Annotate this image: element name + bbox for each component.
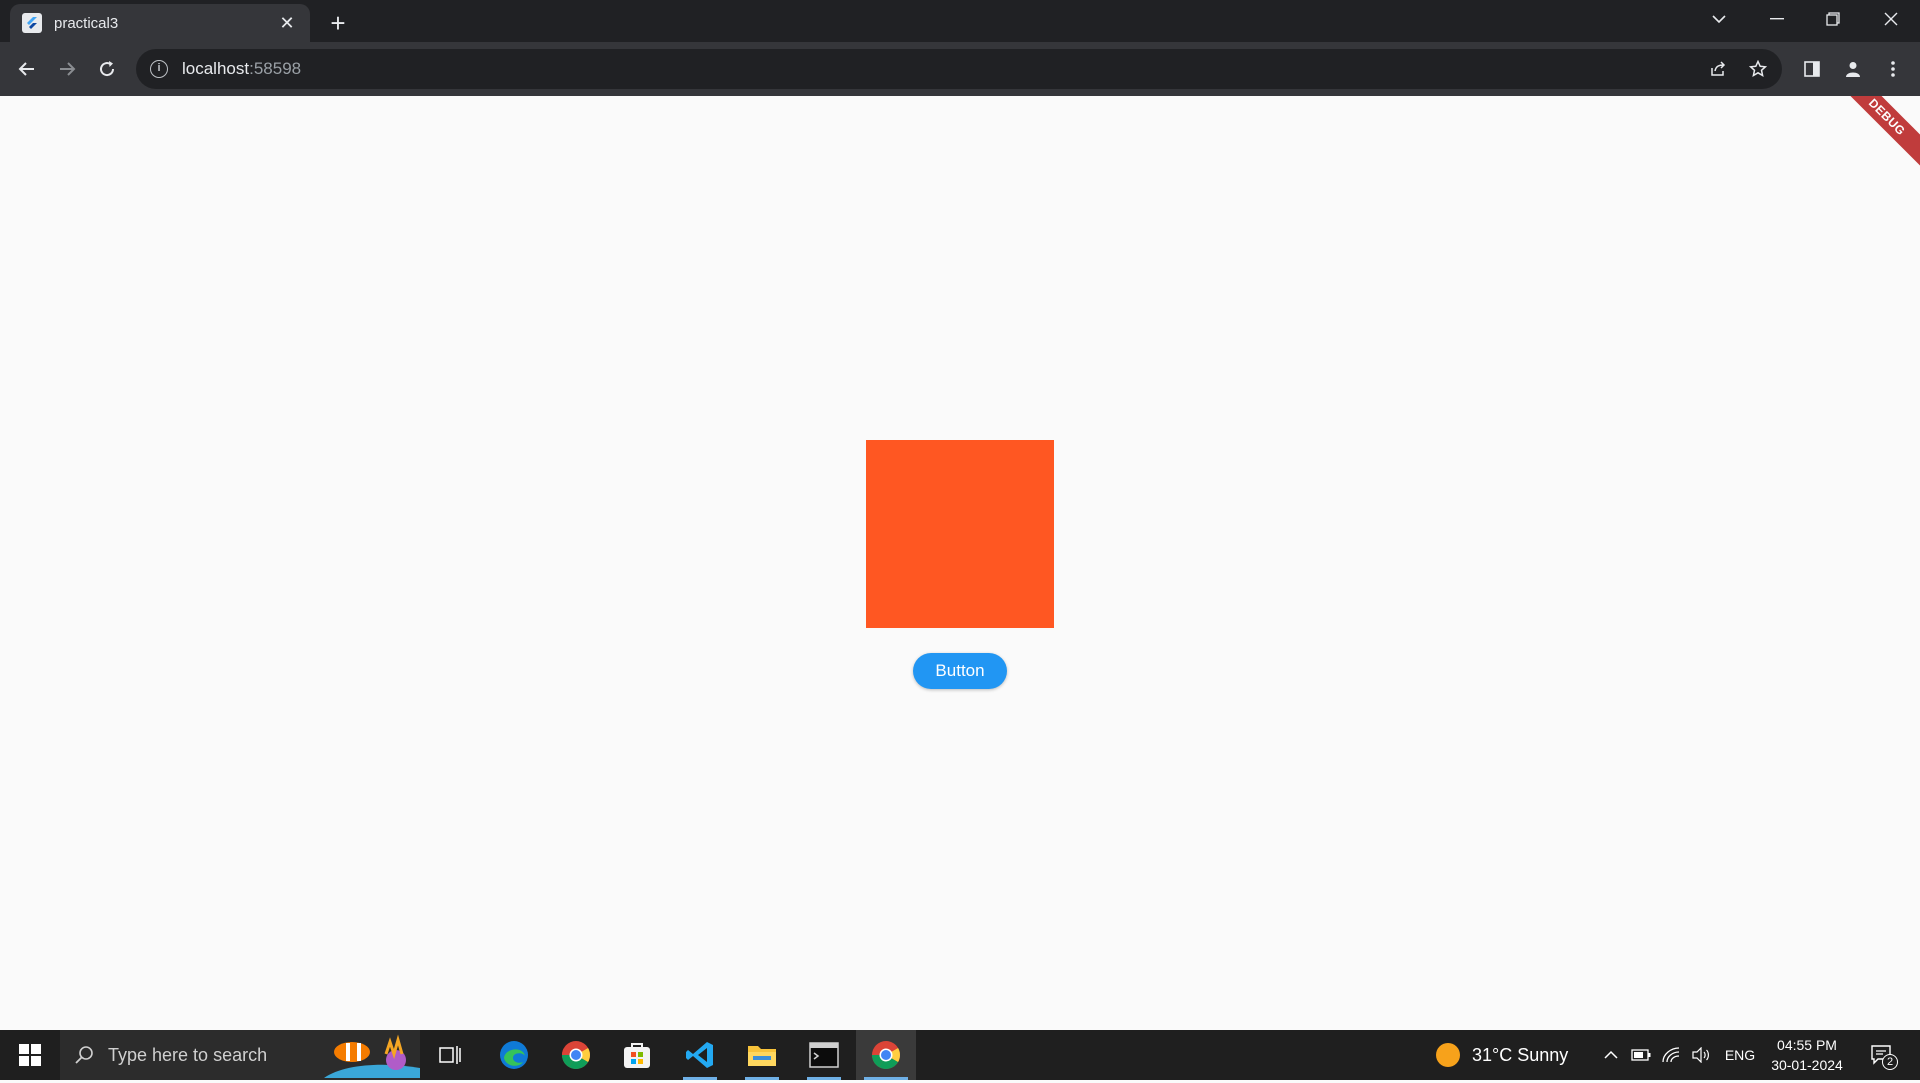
- arrow-left-icon: [18, 62, 34, 76]
- browser-chrome: practical3 ✕ + i localhost:58598: [0, 0, 1920, 96]
- file-explorer-taskbar-app[interactable]: [737, 1030, 787, 1080]
- url-host: localhost: [182, 59, 250, 78]
- sun-icon: [1436, 1043, 1460, 1067]
- profile-icon: [1846, 62, 1860, 77]
- browser-toolbar: i localhost:58598: [0, 42, 1920, 96]
- kebab-menu-icon: [1891, 61, 1895, 77]
- task-view-button[interactable]: [430, 1030, 470, 1080]
- side-panel-button[interactable]: [1793, 50, 1831, 88]
- store-taskbar-app[interactable]: [613, 1030, 661, 1080]
- flutter-icon: [22, 13, 42, 33]
- show-hidden-icons-button[interactable]: [1598, 1030, 1624, 1080]
- site-info-icon[interactable]: i: [150, 60, 168, 78]
- close-window-icon[interactable]: [1864, 0, 1918, 38]
- address-bar[interactable]: i localhost:58598: [136, 49, 1782, 89]
- speaker-icon: [1692, 1047, 1709, 1063]
- reload-icon: [100, 61, 115, 77]
- back-button[interactable]: [8, 50, 46, 88]
- input-language-button[interactable]: ENG: [1720, 1030, 1760, 1080]
- chevron-up-icon: [1604, 1050, 1618, 1059]
- start-button[interactable]: [0, 1030, 60, 1080]
- profile-button[interactable]: [1834, 50, 1872, 88]
- folder-icon: [748, 1046, 776, 1066]
- edge-icon: [500, 1041, 528, 1069]
- weather-widget[interactable]: 31°C Sunny: [1436, 1030, 1586, 1080]
- minimize-icon[interactable]: [1750, 0, 1804, 38]
- chrome-icon: [872, 1041, 900, 1069]
- arrow-right-icon: [60, 62, 76, 76]
- battery-button[interactable]: [1628, 1030, 1654, 1080]
- share-icon[interactable]: [1698, 49, 1738, 89]
- vscode-icon: [686, 1042, 713, 1068]
- orange-square: [866, 440, 1054, 628]
- windows-logo-icon: [19, 1044, 41, 1066]
- clownfish-highlight-icon: [324, 1034, 420, 1078]
- vscode-taskbar-app[interactable]: [675, 1030, 725, 1080]
- side-panel-icon: [1804, 61, 1820, 77]
- notification-count-badge: 2: [1882, 1054, 1898, 1070]
- terminal-taskbar-app[interactable]: [799, 1030, 849, 1080]
- elevated-button[interactable]: Button: [913, 653, 1007, 689]
- clock-time: 04:55 PM: [1777, 1037, 1837, 1053]
- edge-taskbar-app[interactable]: [490, 1030, 538, 1080]
- clock-button[interactable]: 04:55 PM 30-01-2024: [1762, 1030, 1852, 1080]
- volume-button[interactable]: [1688, 1030, 1714, 1080]
- tab-search-icon[interactable]: [1692, 0, 1746, 38]
- chrome-active-taskbar-app[interactable]: [856, 1030, 916, 1080]
- network-button[interactable]: [1658, 1030, 1684, 1080]
- forward-button[interactable]: [48, 50, 86, 88]
- chrome-taskbar-app[interactable]: [552, 1030, 600, 1080]
- taskbar-search[interactable]: Type here to search: [60, 1030, 420, 1080]
- tab-strip: practical3 ✕ +: [0, 0, 1920, 42]
- weather-text: 31°C Sunny: [1472, 1044, 1569, 1065]
- url-port: :58598: [249, 59, 302, 78]
- battery-icon: [1631, 1049, 1651, 1061]
- restore-icon[interactable]: [1806, 0, 1860, 38]
- bookmark-star-icon[interactable]: [1738, 49, 1778, 89]
- new-tab-button[interactable]: +: [322, 8, 354, 40]
- app-viewport: Button DEBUG: [0, 96, 1920, 1030]
- store-icon: [624, 1043, 650, 1068]
- chrome-icon: [562, 1041, 590, 1069]
- tab-practical3[interactable]: practical3 ✕: [10, 4, 310, 42]
- task-view-icon: [439, 1046, 461, 1064]
- menu-button[interactable]: [1874, 50, 1912, 88]
- search-placeholder: Type here to search: [108, 1044, 268, 1065]
- windows-taskbar: Type here to search 31°C Sunny ENG 04:55…: [0, 1030, 1920, 1080]
- language-indicator: ENG: [1724, 1047, 1756, 1063]
- tab-title: practical3: [54, 14, 119, 32]
- tab-close-icon[interactable]: ✕: [276, 13, 298, 34]
- clock-date: 30-01-2024: [1771, 1057, 1843, 1073]
- debug-banner: DEBUG: [1826, 96, 1920, 178]
- terminal-icon: [809, 1042, 839, 1068]
- search-icon: [75, 1046, 93, 1064]
- wifi-icon: [1662, 1047, 1680, 1063]
- notifications-button[interactable]: 2: [1862, 1030, 1902, 1080]
- reload-button[interactable]: [88, 50, 126, 88]
